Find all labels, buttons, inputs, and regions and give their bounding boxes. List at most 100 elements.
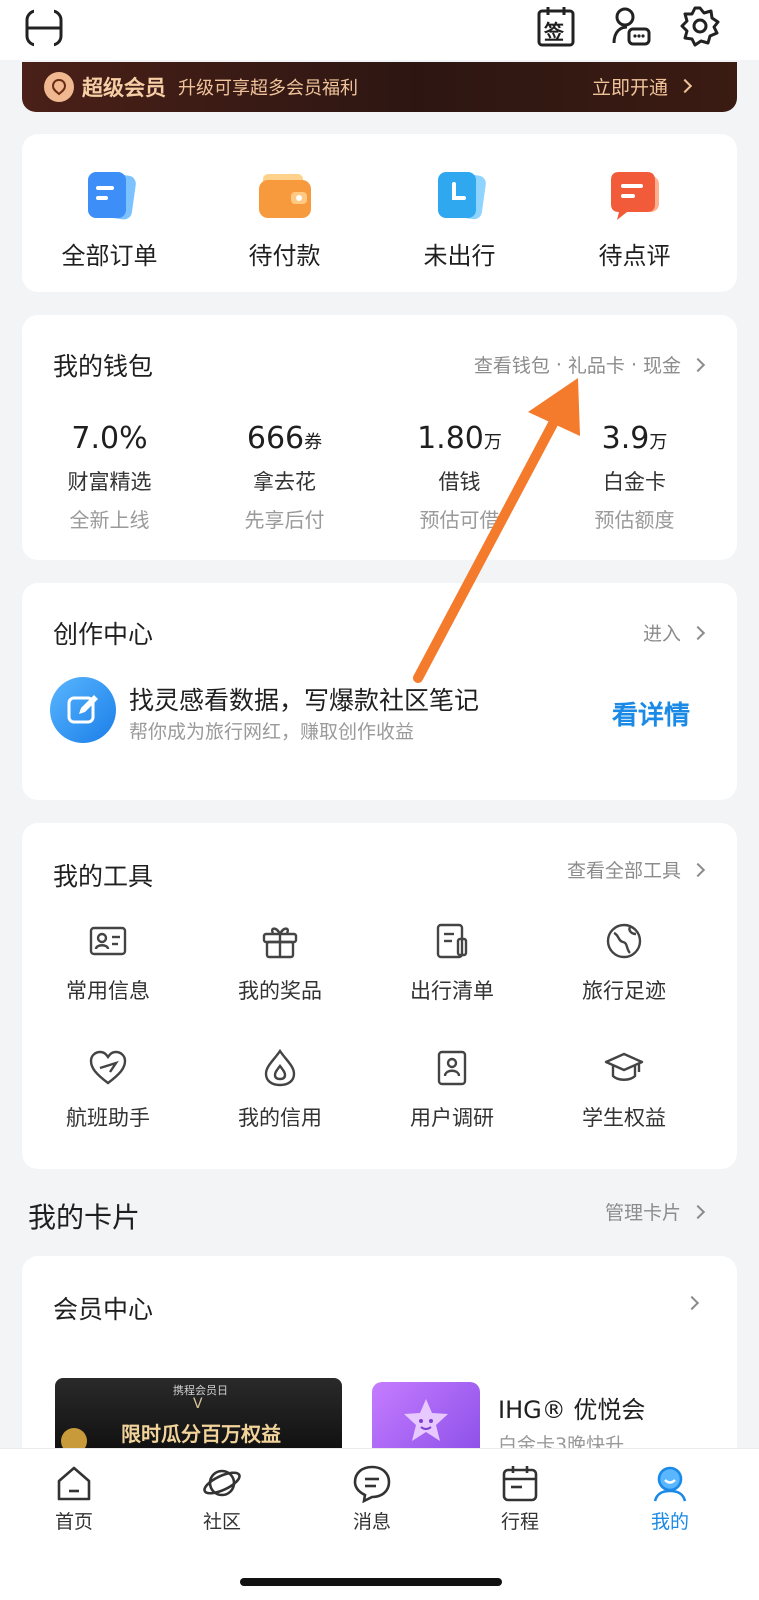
separator-dot: ·	[630, 353, 637, 376]
travel-checklist-tool[interactable]: 出行清单	[366, 921, 538, 1005]
all-orders-button[interactable]: 全部订单	[22, 134, 197, 294]
wallet-item-sub: 全新上线	[69, 508, 150, 532]
clock-trip-icon	[432, 170, 488, 222]
tab-home[interactable]: 首页	[24, 1463, 124, 1534]
tab-label: 我的	[650, 1511, 689, 1533]
home-icon	[57, 1466, 91, 1501]
tools-card: 我的工具 查看全部工具 常用信息 我的奖品 出行清单 旅行足迹 航班助手 我的信…	[22, 823, 737, 1169]
manage-cards-label: 管理卡片	[604, 1202, 681, 1224]
my-credit-tool[interactable]: 我的信用	[194, 1048, 366, 1132]
wallet-title: 我的钱包	[53, 352, 154, 381]
gift-card-link[interactable]: 礼品卡	[568, 351, 625, 378]
vip-cta[interactable]: 立即开通	[592, 73, 668, 100]
view-all-tools-label: 查看全部工具	[566, 860, 681, 882]
tab-label: 社区	[202, 1511, 241, 1533]
wallet-value: 1.80万	[417, 421, 502, 456]
tool-label: 我的奖品	[238, 979, 322, 1003]
user-survey-tool[interactable]: 用户调研	[366, 1048, 538, 1132]
creation-headline: 找灵感看数据，写爆款社区笔记	[129, 686, 480, 715]
not-traveled-button[interactable]: 未出行	[372, 134, 547, 294]
pending-review-button[interactable]: 待点评	[547, 134, 722, 294]
tab-community[interactable]: 社区	[172, 1463, 272, 1534]
survey-icon	[437, 1050, 467, 1086]
tool-label: 学生权益	[582, 1106, 666, 1130]
credit-drop-icon	[264, 1048, 296, 1087]
chevron-right-icon	[690, 1204, 706, 1219]
common-info-tool[interactable]: 常用信息	[22, 921, 194, 1005]
review-icon	[607, 170, 663, 222]
vip-title: 超级会员	[82, 76, 166, 100]
borrow-item[interactable]: 1.80万 借钱 预估可借	[372, 421, 547, 533]
order-label: 待付款	[248, 242, 321, 270]
wallet-item-name: 财富精选	[67, 470, 152, 494]
wallet-item-name: 借钱	[438, 470, 481, 494]
calendar-icon	[502, 1466, 538, 1502]
profile-icon	[653, 1466, 687, 1502]
vip-crown-icon	[44, 72, 74, 102]
view-details-button[interactable]: 看详情	[612, 695, 690, 732]
chevron-right-icon	[690, 357, 706, 372]
tab-label: 消息	[352, 1511, 391, 1533]
wallet-value: 7.0%	[71, 421, 148, 456]
wallet-card: 我的钱包 查看钱包 · 礼品卡 · 现金 7.0% 财富精选 全新上线 666券…	[22, 315, 737, 560]
cash-link[interactable]: 现金	[643, 351, 681, 378]
checklist-icon	[436, 923, 468, 959]
wallet-pay-icon	[257, 170, 313, 222]
enter-label: 进入	[642, 623, 681, 645]
separator-dot: ·	[555, 353, 562, 376]
wallet-item-name: 拿去花	[253, 470, 316, 494]
tool-label: 用户调研	[410, 1106, 494, 1130]
wallet-item-name: 白金卡	[603, 470, 666, 494]
view-wallet-link[interactable]: 查看钱包	[474, 351, 550, 378]
gear-icon[interactable]	[678, 4, 722, 48]
creation-center-card: 创作中心 进入 找灵感看数据，写爆款社区笔记 帮你成为旅行网红，赚取创作收益 看…	[22, 583, 737, 800]
tool-label: 航班助手	[66, 1106, 150, 1130]
manage-cards-link[interactable]: 管理卡片	[604, 1198, 706, 1225]
ihg-star-icon	[372, 1382, 480, 1458]
scan-icon[interactable]	[22, 6, 66, 50]
creation-sub: 帮你成为旅行网红，赚取创作收益	[129, 721, 415, 743]
platinum-card-item[interactable]: 3.9万 白金卡 预估额度	[547, 421, 722, 533]
all-orders-icon	[82, 170, 138, 222]
ihg-title[interactable]: IHG® 优悦会	[498, 1390, 645, 1425]
graduation-cap-icon	[604, 1052, 644, 1081]
creation-title: 创作中心	[53, 620, 154, 649]
top-bar: 签	[0, 0, 759, 60]
tools-title: 我的工具	[53, 862, 154, 891]
travel-footprint-tool[interactable]: 旅行足迹	[538, 921, 710, 1005]
sign-label: 签	[544, 20, 564, 44]
promo-headline: 限时瓜分百万权益	[121, 1422, 281, 1446]
tool-label: 我的信用	[238, 1106, 322, 1130]
gift-icon	[262, 927, 298, 959]
tab-label: 行程	[500, 1511, 539, 1533]
edit-note-icon	[50, 677, 116, 743]
tab-itinerary[interactable]: 行程	[470, 1463, 570, 1534]
chevron-right-icon[interactable]	[684, 1295, 700, 1311]
pending-payment-button[interactable]: 待付款	[197, 134, 372, 294]
wealth-select-item[interactable]: 7.0% 财富精选 全新上线	[22, 421, 197, 533]
orders-card: 全部订单 待付款 未出行 待点评	[22, 134, 737, 292]
tool-label: 旅行足迹	[582, 979, 666, 1003]
chevron-right-icon	[677, 78, 693, 94]
id-card-icon	[89, 926, 127, 956]
flight-heart-icon	[89, 1050, 127, 1085]
flight-assistant-tool[interactable]: 航班助手	[22, 1048, 194, 1132]
order-label: 未出行	[423, 242, 496, 270]
customer-service-icon[interactable]	[610, 4, 652, 48]
super-vip-banner[interactable]: 超级会员 升级可享超多会员福利 立即开通	[22, 62, 737, 112]
pay-later-item[interactable]: 666券 拿去花 先享后付	[197, 421, 372, 533]
chevron-right-icon	[690, 625, 706, 640]
member-day-promo[interactable]: 携程会员日 V 限时瓜分百万权益	[55, 1378, 342, 1458]
wallet-item-sub: 预估可借	[419, 508, 500, 532]
sign-in-calendar-icon[interactable]: 签	[536, 4, 576, 48]
enter-link[interactable]: 进入	[642, 619, 706, 646]
student-benefits-tool[interactable]: 学生权益	[538, 1048, 710, 1132]
tab-me[interactable]: 我的	[620, 1463, 720, 1534]
tool-label: 出行清单	[410, 979, 494, 1003]
chevron-right-icon	[690, 862, 706, 877]
member-center-title: 会员中心	[53, 1295, 154, 1324]
view-all-tools-link[interactable]: 查看全部工具	[566, 856, 706, 883]
tab-messages[interactable]: 消息	[322, 1463, 422, 1534]
my-prizes-tool[interactable]: 我的奖品	[194, 921, 366, 1005]
wallet-links: 查看钱包 · 礼品卡 · 现金	[474, 351, 706, 378]
